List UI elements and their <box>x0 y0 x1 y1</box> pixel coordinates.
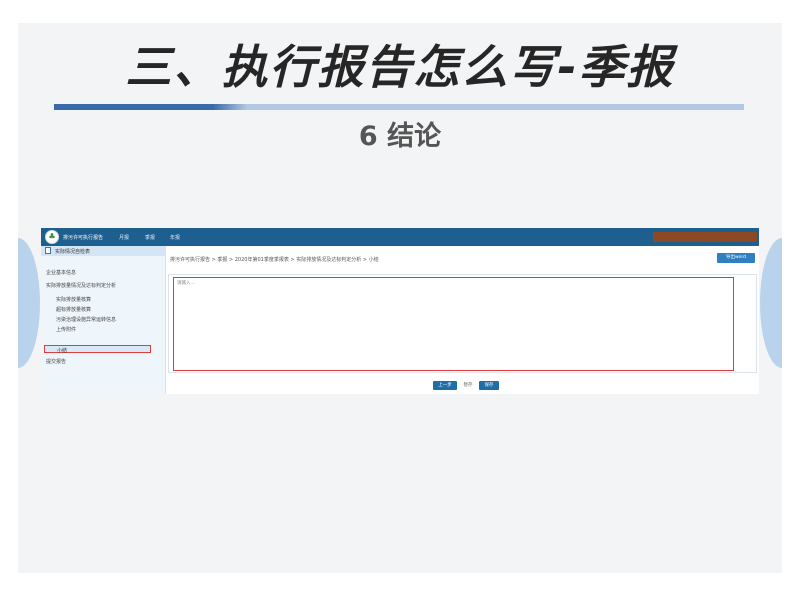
summary-editor[interactable]: 请输入... <box>173 277 734 371</box>
title-underline <box>54 104 744 110</box>
prev-step-button[interactable]: 上一步 <box>433 381 457 390</box>
editor-placeholder: 请输入... <box>177 281 195 286</box>
sidebar-item-facility-abnormal[interactable]: 污染治理设施异常运转信息 <box>56 316 116 323</box>
slide-title: 三、执行报告怎么写-季报 <box>125 40 675 94</box>
sidebar-item-actual-emission[interactable]: 实际排放量核算 <box>56 296 91 303</box>
temp-save-button[interactable]: 暂存 <box>461 381 475 390</box>
app-screenshot: ♣ 排污许可执行报告 月报 季报 年报 实际情况自检表 企业基本信息 实际排放量… <box>41 228 759 394</box>
main-content: 排污许可执行报告 > 季报 > 2020年第01季度季报表 > 实际排放情况及达… <box>165 246 759 394</box>
decorative-shape-right <box>760 238 782 368</box>
app-topbar: ♣ 排污许可执行报告 月报 季报 年报 <box>41 228 759 246</box>
breadcrumb: 排污许可执行报告 > 季报 > 2020年第01季度季报表 > 实际排放情况及达… <box>170 257 379 263</box>
sidebar-item-submit[interactable]: 提交报告 <box>46 358 66 365</box>
sidebar: 实际情况自检表 企业基本信息 实际排放量情况及达标判定分析 实际排放量核算 超标… <box>41 246 166 394</box>
slide: 三、执行报告怎么写-季报 6 结论 ♣ 排污许可执行报告 月报 季报 年报 实际… <box>18 23 782 573</box>
document-icon <box>45 247 51 254</box>
save-button[interactable]: 保存 <box>479 381 499 390</box>
app-logo-icon: ♣ <box>45 230 59 244</box>
export-word-button[interactable]: 导出word <box>717 253 755 263</box>
sidebar-item-upload-attachment[interactable]: 上传附件 <box>56 326 76 333</box>
nav-annual[interactable]: 年报 <box>170 234 180 241</box>
slide-subtitle: 6 结论 <box>358 121 442 152</box>
sidebar-item-excess-emission[interactable]: 超标排放量核算 <box>56 306 91 313</box>
nav-monthly[interactable]: 月报 <box>119 234 129 241</box>
decorative-shape-left <box>18 238 40 368</box>
nav-quarterly[interactable]: 季报 <box>145 234 155 241</box>
sidebar-item-emission-analysis[interactable]: 实际排放量情况及达标判定分析 <box>46 282 116 289</box>
user-info-box[interactable] <box>653 232 757 242</box>
sidebar-item-basic-info[interactable]: 企业基本信息 <box>46 269 76 276</box>
sidebar-item-summary[interactable]: 小结 <box>44 345 151 354</box>
app-name: 排污许可执行报告 <box>63 235 104 241</box>
sidebar-header[interactable]: 实际情况自检表 <box>41 246 165 256</box>
